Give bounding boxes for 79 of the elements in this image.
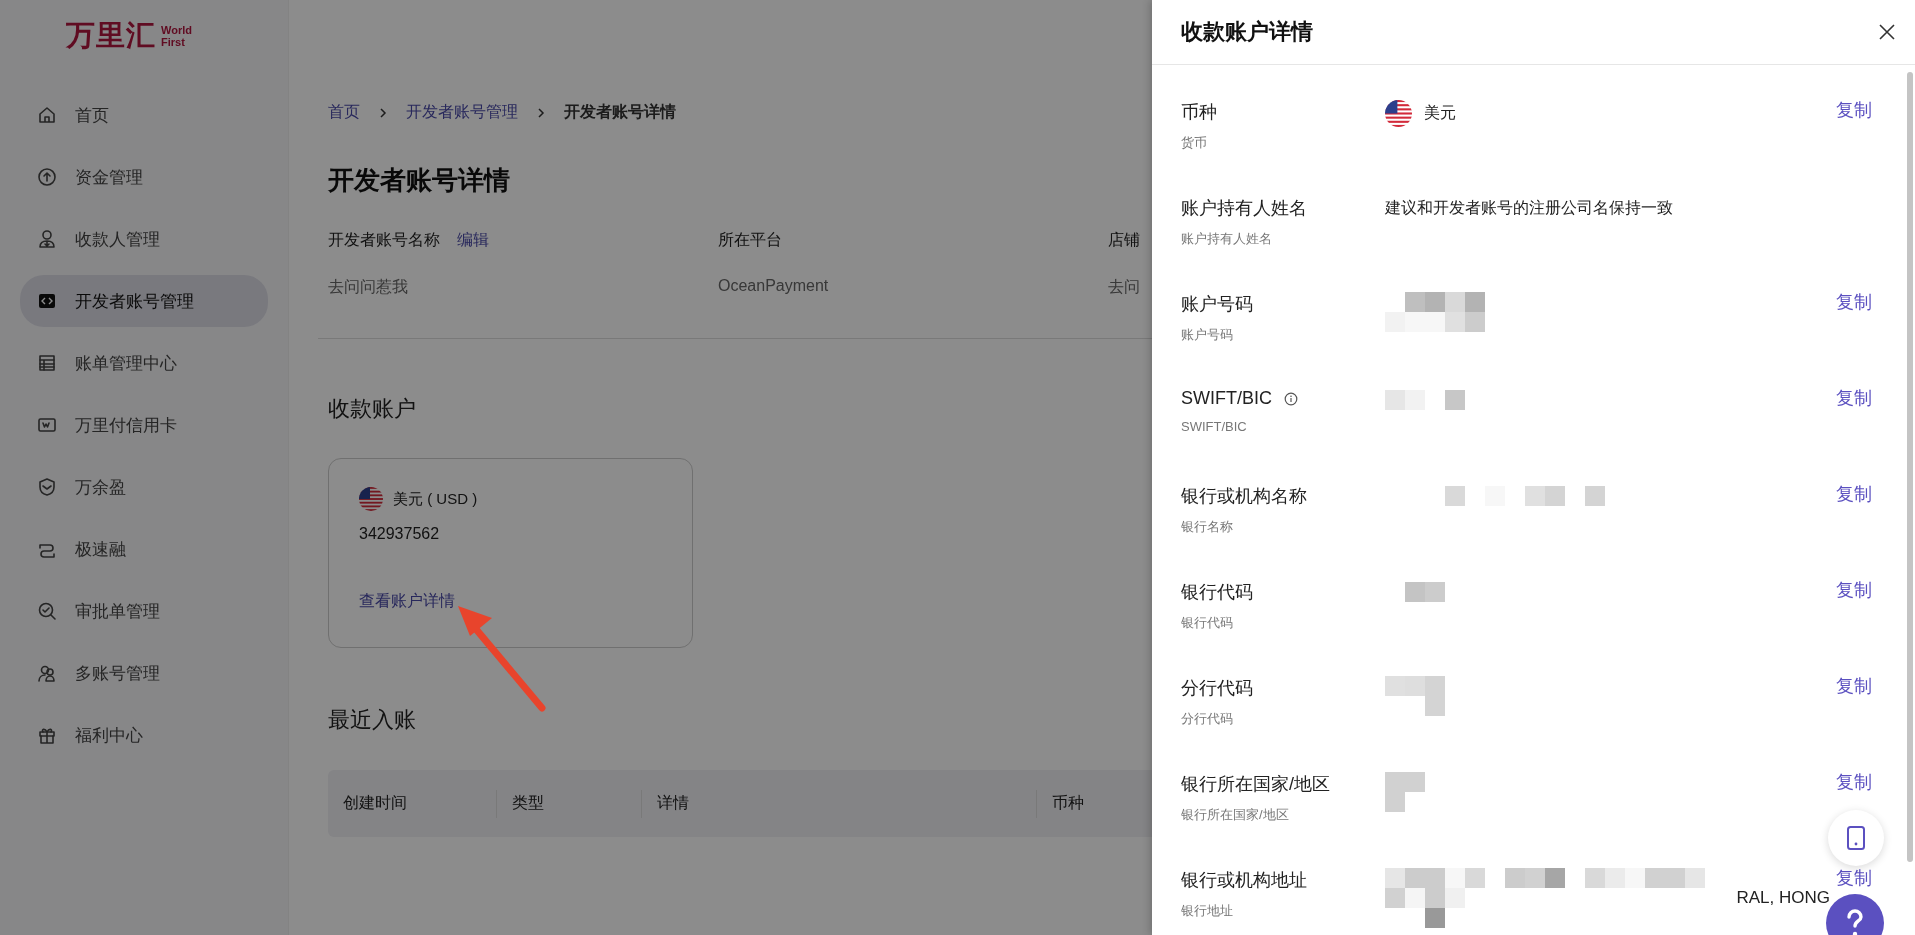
redacted-value-drawing <box>1385 772 1425 812</box>
breadcrumb-item: 开发者账号详情 <box>564 102 676 122</box>
logo-text: 万里汇 <box>66 18 156 53</box>
question-icon <box>1845 908 1865 935</box>
field-value: 去问问惹我 <box>328 277 408 297</box>
field-sublabel: 分行代码 <box>1181 710 1234 728</box>
sidebar-item[interactable]: 多账号管理 <box>20 647 268 699</box>
page-title: 开发者账号详情 <box>328 164 510 197</box>
flag-icon <box>1385 100 1412 127</box>
field-label: 银行代码 <box>1181 581 1253 604</box>
home-icon <box>37 105 57 125</box>
column-header: 详情 <box>641 789 1036 818</box>
person-icon <box>37 229 57 249</box>
chevron-icon <box>378 106 388 119</box>
sidebar-item[interactable]: 万余盈 <box>20 461 268 513</box>
people-icon <box>37 663 57 683</box>
field-label: 账户持有人姓名 <box>1181 197 1307 220</box>
field-label: 币种 <box>1181 101 1217 124</box>
field-label: 开发者账号名称 <box>328 230 440 250</box>
info-icon[interactable] <box>1284 391 1298 406</box>
field-value: RAL, HONG <box>1736 888 1830 908</box>
section-title: 最近入账 <box>328 706 416 734</box>
arrow-up-circle-icon <box>37 167 57 187</box>
redacted-value-drawing <box>1385 676 1445 716</box>
currency-label: 美元 ( USD ) <box>393 489 478 509</box>
field-value: 建议和开发者账号的注册公司名保持一致 <box>1385 197 1673 218</box>
sidebar-item[interactable]: 开发者账号管理 <box>20 275 268 327</box>
field-sublabel: 账户号码 <box>1181 326 1234 344</box>
sidebar-item[interactable]: 收款人管理 <box>20 213 268 265</box>
copy-link[interactable]: 复制 <box>1836 292 1872 312</box>
sidebar-item[interactable]: 审批单管理 <box>20 585 268 637</box>
sidebar-item[interactable]: 资金管理 <box>20 151 268 203</box>
field-label: 银行或机构地址 <box>1181 869 1307 892</box>
edit-link[interactable]: 编辑 <box>457 230 489 251</box>
column-header: 类型 <box>496 789 641 818</box>
field-label: 银行或机构名称 <box>1181 485 1307 508</box>
account-number: 342937562 <box>359 525 441 543</box>
field-value: 去问 <box>1108 277 1140 297</box>
copy-link[interactable]: 复制 <box>1836 388 1872 408</box>
copy-link[interactable]: 复制 <box>1836 772 1872 792</box>
sidebar-item[interactable]: 首页 <box>20 89 268 141</box>
field-label: 所在平台 <box>718 230 782 250</box>
copy-link[interactable]: 复制 <box>1836 580 1872 600</box>
copy-link[interactable]: 复制 <box>1836 484 1872 504</box>
chevron-icon <box>536 106 546 119</box>
code-icon <box>37 291 57 311</box>
section-title: 收款账户 <box>328 395 416 423</box>
scrollbar-thumb[interactable] <box>1907 72 1913 862</box>
sidebar-item[interactable]: 万里付信用卡 <box>20 399 268 451</box>
card-icon <box>37 415 57 435</box>
search-check-icon <box>37 601 57 621</box>
copy-link[interactable]: 复制 <box>1836 676 1872 696</box>
field-sublabel: 银行代码 <box>1181 614 1234 632</box>
close-icon[interactable] <box>1878 23 1896 41</box>
breadcrumb-item[interactable]: 开发者账号管理 <box>406 102 518 123</box>
breadcrumb-item[interactable]: 首页 <box>328 102 360 123</box>
phone-icon <box>1846 825 1866 851</box>
sidebar-item[interactable]: 福利中心 <box>20 709 268 761</box>
field-sublabel: 账户持有人姓名 <box>1181 230 1273 248</box>
field-label: 账户号码 <box>1181 293 1253 316</box>
logo-wordmark: World First <box>161 24 192 48</box>
field-sublabel: SWIFT/BIC <box>1181 419 1248 434</box>
field-label: 店铺 <box>1108 230 1140 250</box>
copy-link[interactable]: 复制 <box>1836 100 1872 120</box>
drawer-title: 收款账户详情 <box>1181 18 1313 46</box>
shield-icon <box>37 477 57 497</box>
field-sublabel: 货币 <box>1181 134 1208 152</box>
field-value: 美元 <box>1424 103 1456 123</box>
view-details-link[interactable]: 查看账户详情 <box>359 591 662 612</box>
flag-icon <box>359 487 383 511</box>
field-sublabel: 银行名称 <box>1181 518 1234 536</box>
copy-link[interactable]: 复制 <box>1836 868 1872 888</box>
column-header: 创建时间 <box>342 793 408 813</box>
table-icon <box>37 353 57 373</box>
field-sublabel: 银行地址 <box>1181 902 1234 920</box>
sidebar-item[interactable]: 极速融 <box>20 523 268 575</box>
sidebar-item[interactable]: 账单管理中心 <box>20 337 268 389</box>
field-label: 分行代码 <box>1181 677 1253 700</box>
field-label: SWIFT/BIC <box>1181 388 1272 409</box>
